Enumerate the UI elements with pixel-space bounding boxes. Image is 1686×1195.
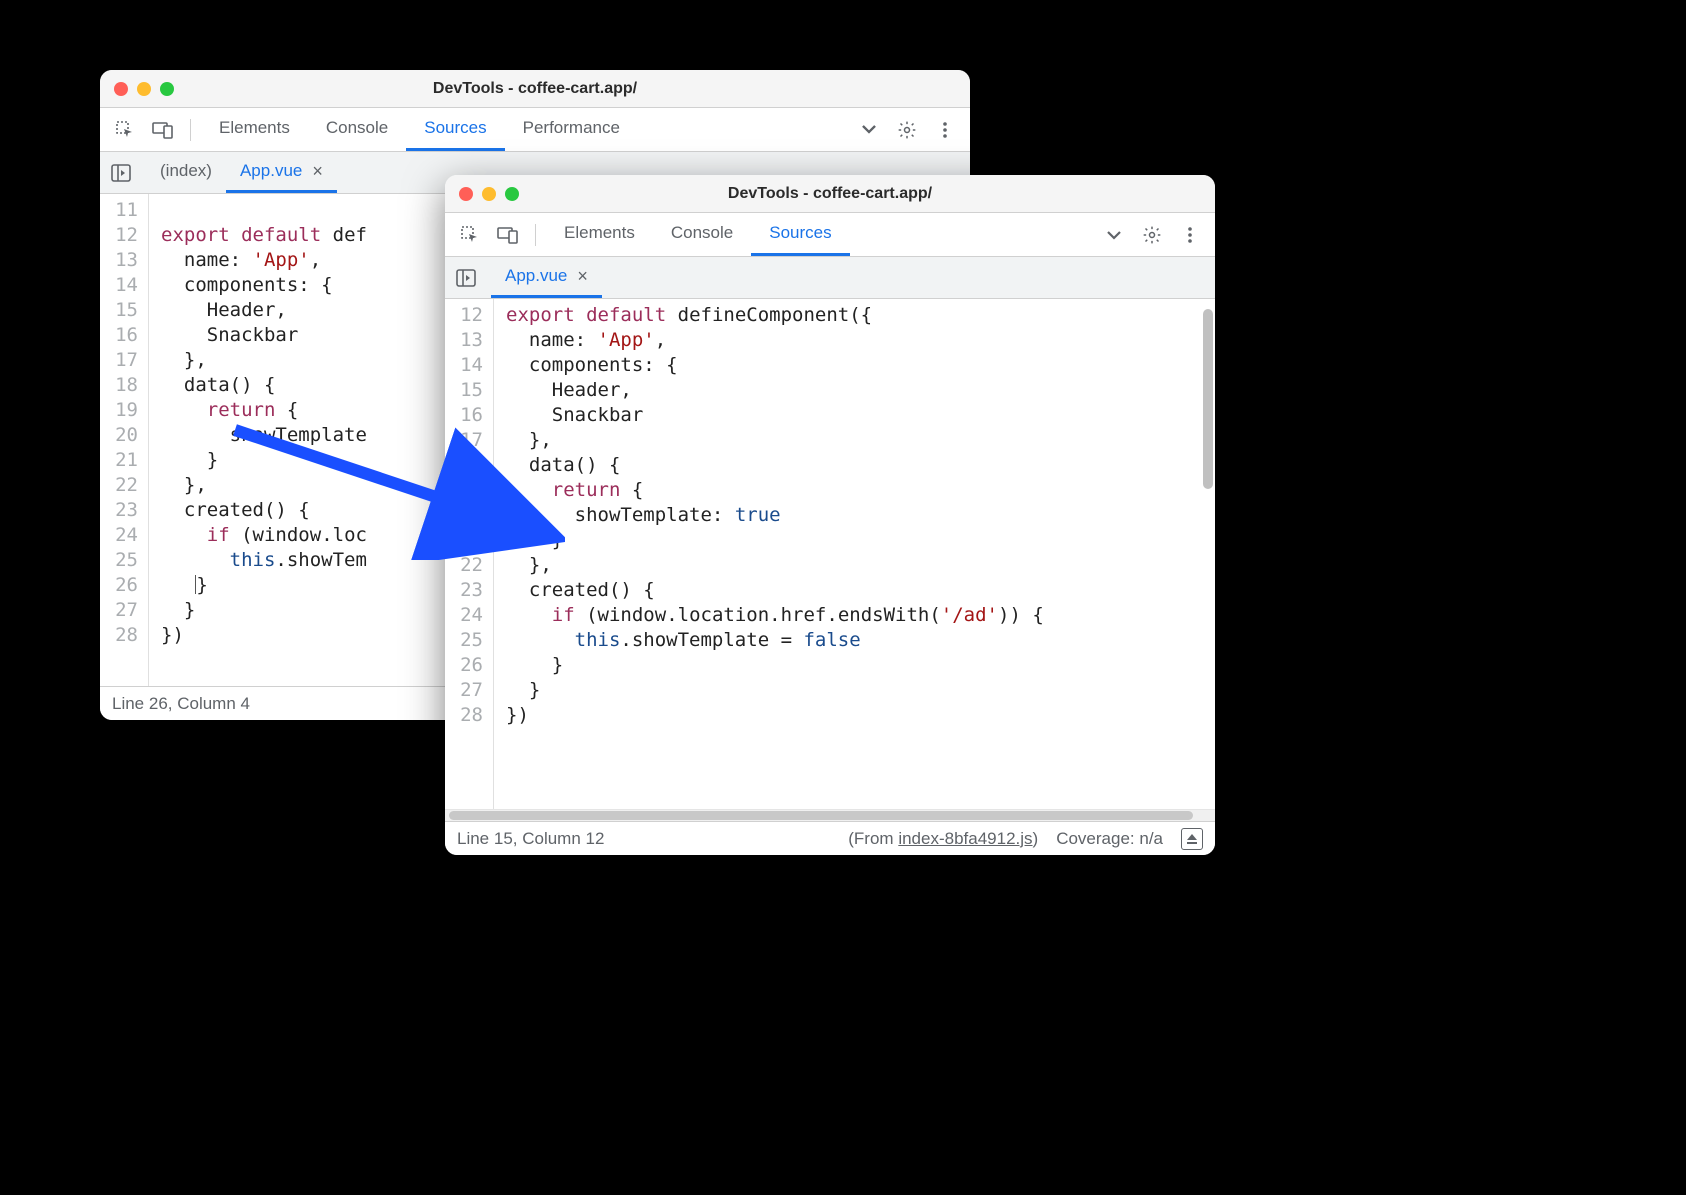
sourcemap-origin: (From index-8bfa4912.js) bbox=[848, 829, 1038, 849]
file-tab-label: App.vue bbox=[505, 266, 567, 286]
traffic-lights bbox=[100, 82, 174, 96]
kebab-menu-icon[interactable] bbox=[1173, 218, 1207, 252]
sourcemap-link[interactable]: index-8bfa4912.js bbox=[898, 829, 1032, 848]
maximize-window-button[interactable] bbox=[160, 82, 174, 96]
close-window-button[interactable] bbox=[114, 82, 128, 96]
line-gutter: 1213141516171819202122232425262728 bbox=[445, 299, 494, 809]
close-window-button[interactable] bbox=[459, 187, 473, 201]
cursor-position: Line 15, Column 12 bbox=[457, 829, 604, 849]
maximize-window-button[interactable] bbox=[505, 187, 519, 201]
file-tab-app-vue[interactable]: App.vue × bbox=[226, 152, 337, 193]
file-tabs-bar: App.vue × bbox=[445, 257, 1215, 299]
drawer-toggle-icon[interactable] bbox=[1181, 828, 1203, 850]
file-tab-index[interactable]: (index) bbox=[146, 152, 226, 193]
inspect-element-icon[interactable] bbox=[108, 113, 142, 147]
device-toolbar-icon[interactable] bbox=[491, 218, 525, 252]
settings-gear-icon[interactable] bbox=[1135, 218, 1169, 252]
tab-performance[interactable]: Performance bbox=[505, 108, 638, 151]
main-toolbar: Elements Console Sources Performance bbox=[100, 108, 970, 152]
close-tab-icon[interactable]: × bbox=[577, 267, 588, 285]
more-tabs-button[interactable] bbox=[1097, 218, 1131, 252]
device-toolbar-icon[interactable] bbox=[146, 113, 180, 147]
show-navigator-icon[interactable] bbox=[106, 158, 136, 188]
file-tab-label: App.vue bbox=[240, 161, 302, 181]
source-editor[interactable]: 1213141516171819202122232425262728 expor… bbox=[445, 299, 1215, 809]
panel-tabs: Elements Console Sources bbox=[546, 213, 1093, 256]
line-gutter: 111213141516171819202122232425262728 bbox=[100, 194, 149, 686]
vertical-scrollbar[interactable] bbox=[1203, 309, 1213, 489]
settings-gear-icon[interactable] bbox=[890, 113, 924, 147]
tab-console[interactable]: Console bbox=[653, 213, 751, 256]
tab-console[interactable]: Console bbox=[308, 108, 406, 151]
statusbar: Line 15, Column 12 (From index-8bfa4912.… bbox=[445, 821, 1215, 855]
traffic-lights bbox=[445, 187, 519, 201]
toolbar-separator bbox=[190, 119, 191, 141]
minimize-window-button[interactable] bbox=[482, 187, 496, 201]
window-title: DevTools - coffee-cart.app/ bbox=[445, 185, 1215, 203]
tab-sources[interactable]: Sources bbox=[751, 213, 849, 256]
close-tab-icon[interactable]: × bbox=[312, 162, 323, 180]
code-content[interactable]: export default defineComponent({ name: '… bbox=[494, 299, 1215, 809]
panel-tabs: Elements Console Sources Performance bbox=[201, 108, 848, 151]
toolbar-separator bbox=[535, 224, 536, 246]
coverage-status: Coverage: n/a bbox=[1056, 829, 1163, 849]
titlebar[interactable]: DevTools - coffee-cart.app/ bbox=[445, 175, 1215, 213]
file-tab-app-vue[interactable]: App.vue × bbox=[491, 257, 602, 298]
devtools-window-front: DevTools - coffee-cart.app/ Elements Con… bbox=[445, 175, 1215, 855]
file-tab-label: (index) bbox=[160, 161, 212, 181]
tab-elements[interactable]: Elements bbox=[546, 213, 653, 256]
horizontal-scrollbar[interactable] bbox=[445, 809, 1215, 821]
main-toolbar: Elements Console Sources bbox=[445, 213, 1215, 257]
minimize-window-button[interactable] bbox=[137, 82, 151, 96]
tab-sources[interactable]: Sources bbox=[406, 108, 504, 151]
scrollbar-thumb[interactable] bbox=[449, 811, 1193, 820]
titlebar[interactable]: DevTools - coffee-cart.app/ bbox=[100, 70, 970, 108]
cursor-position: Line 26, Column 4 bbox=[112, 694, 250, 714]
more-tabs-button[interactable] bbox=[852, 113, 886, 147]
window-title: DevTools - coffee-cart.app/ bbox=[100, 80, 970, 98]
inspect-element-icon[interactable] bbox=[453, 218, 487, 252]
tab-elements[interactable]: Elements bbox=[201, 108, 308, 151]
show-navigator-icon[interactable] bbox=[451, 263, 481, 293]
kebab-menu-icon[interactable] bbox=[928, 113, 962, 147]
